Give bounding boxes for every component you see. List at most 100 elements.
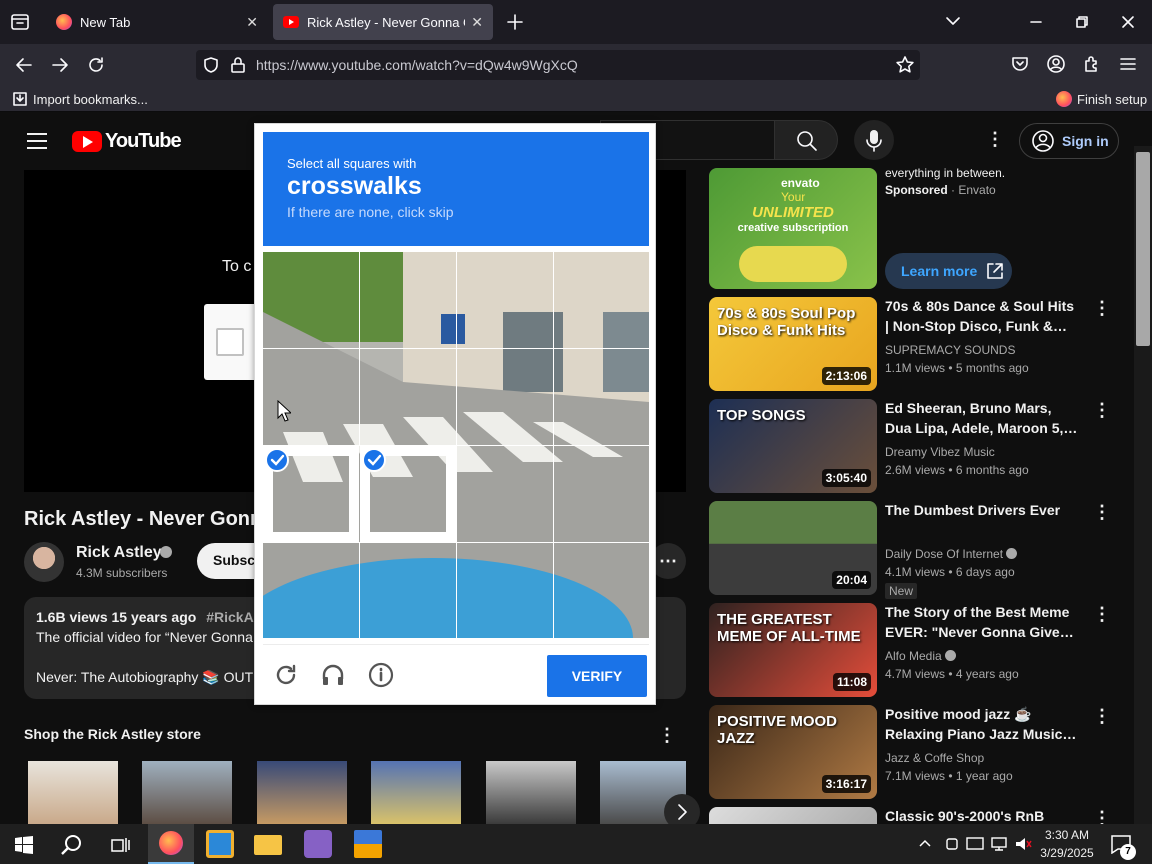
video-kebab-icon[interactable]: ⋮ xyxy=(1093,503,1111,521)
import-bookmarks-button[interactable]: Import bookmarks... xyxy=(12,91,148,107)
close-tab-icon[interactable]: ✕ xyxy=(471,14,483,31)
youtube-logo[interactable]: YouTube xyxy=(72,130,182,153)
captcha-tile[interactable] xyxy=(359,348,457,446)
url-text[interactable]: https://www.youtube.com/watch?v=dQw4w9Wg… xyxy=(256,57,578,73)
show-hidden-icons-chevron[interactable] xyxy=(918,838,932,848)
scrollbar-thumb[interactable] xyxy=(1136,152,1150,346)
clock-date[interactable]: 3/29/2025 xyxy=(1036,846,1098,860)
voice-search-button[interactable] xyxy=(854,120,894,160)
captcha-tile[interactable] xyxy=(456,542,554,638)
url-bar[interactable]: https://www.youtube.com/watch?v=dQw4w9Wg… xyxy=(196,50,920,80)
task-view-icon[interactable] xyxy=(110,835,130,855)
video-kebab-icon[interactable]: ⋮ xyxy=(1093,401,1111,419)
app-taskbar-icon[interactable] xyxy=(354,830,382,858)
page-scrollbar[interactable] xyxy=(1134,146,1152,824)
channel-name[interactable]: Alfo Media xyxy=(885,649,942,663)
visual-studio-icon[interactable] xyxy=(304,830,332,858)
captcha-tile[interactable] xyxy=(553,252,649,349)
ad-banner[interactable]: envato Your UNLIMITED creative subscript… xyxy=(709,168,877,289)
captcha-tile[interactable] xyxy=(263,252,360,349)
captcha-tile[interactable] xyxy=(456,252,554,349)
forward-arrow-icon[interactable] xyxy=(50,56,70,74)
extensions-icon[interactable] xyxy=(1082,54,1102,74)
recaptcha-checkbox[interactable] xyxy=(216,328,244,356)
channel-name[interactable]: SUPREMACY SOUNDS xyxy=(885,343,1015,357)
store-item[interactable] xyxy=(486,761,576,824)
channel-name[interactable]: Rick Astley xyxy=(76,544,162,562)
close-window-icon[interactable] xyxy=(1120,14,1136,30)
video-thumbnail[interactable] xyxy=(709,807,877,824)
video-thumbnail[interactable]: 70s & 80s Soul Pop Disco & Funk Hits 2:13… xyxy=(709,297,877,391)
tray-icon[interactable] xyxy=(966,836,984,852)
store-item[interactable] xyxy=(371,761,461,824)
video-kebab-icon[interactable]: ⋮ xyxy=(1093,809,1111,824)
network-icon[interactable] xyxy=(990,836,1008,852)
video-title[interactable]: Positive mood jazz ☕ Relaxing Piano Jazz… xyxy=(885,704,1081,744)
channel-name[interactable]: Jazz & Coffe Shop xyxy=(885,751,984,765)
shield-icon[interactable] xyxy=(202,56,220,74)
video-title[interactable]: The Dumbest Drivers Ever xyxy=(885,500,1081,520)
channel-avatar[interactable] xyxy=(24,542,64,582)
subscribe-button[interactable]: Subscribe xyxy=(197,543,254,579)
video-kebab-icon[interactable]: ⋮ xyxy=(1093,707,1111,725)
video-title[interactable]: The Story of the Best Meme EVER: "Never … xyxy=(885,602,1081,642)
new-tab-plus-icon[interactable] xyxy=(505,12,525,32)
settings-kebab-icon[interactable]: ⋮ xyxy=(986,130,1004,148)
captcha-tile[interactable] xyxy=(553,348,649,446)
captcha-tile[interactable] xyxy=(456,348,554,446)
channel-name[interactable]: Dreamy Vibez Music xyxy=(885,445,995,459)
reload-icon[interactable] xyxy=(86,55,106,75)
captcha-tile[interactable] xyxy=(263,542,360,638)
minimize-icon[interactable] xyxy=(1028,14,1044,30)
list-tabs-chevron-icon[interactable] xyxy=(944,14,962,28)
video-thumbnail[interactable]: POSITIVE MOOD JAZZ 3:16:17 xyxy=(709,705,877,799)
clock-time[interactable]: 3:30 AM xyxy=(1036,828,1098,842)
store-item[interactable] xyxy=(142,761,232,824)
close-tab-icon[interactable]: ✕ xyxy=(246,14,258,31)
audio-challenge-icon[interactable] xyxy=(320,662,346,688)
bookmark-star-icon[interactable] xyxy=(895,55,915,75)
tab-new-tab[interactable]: New Tab ✕ xyxy=(46,4,268,40)
reload-challenge-icon[interactable] xyxy=(273,662,299,688)
search-icon[interactable] xyxy=(60,833,84,857)
captcha-tile[interactable] xyxy=(359,542,457,638)
search-button[interactable] xyxy=(774,120,838,160)
guide-menu-icon[interactable] xyxy=(26,132,48,150)
sign-in-button[interactable]: Sign in xyxy=(1019,123,1119,159)
captcha-tile[interactable] xyxy=(553,542,649,638)
store-item[interactable] xyxy=(28,761,118,824)
app-taskbar-icon[interactable] xyxy=(206,830,234,858)
video-thumbnail[interactable]: TOP SONGS 3:05:40 xyxy=(709,399,877,493)
firefox-taskbar-icon[interactable] xyxy=(148,824,194,864)
tab-overview-button[interactable] xyxy=(10,12,30,32)
info-icon[interactable] xyxy=(368,662,394,688)
captcha-tile[interactable] xyxy=(263,348,360,446)
lock-icon[interactable] xyxy=(230,56,246,74)
video-thumbnail[interactable]: THE GREATEST MEME OF ALL-TIME 11:08 xyxy=(709,603,877,697)
video-kebab-icon[interactable]: ⋮ xyxy=(1093,299,1111,317)
store-kebab-icon[interactable]: ⋮ xyxy=(658,726,676,744)
tray-icon[interactable] xyxy=(944,836,960,852)
verify-button[interactable]: VERIFY xyxy=(547,655,647,697)
file-explorer-icon[interactable] xyxy=(254,835,282,855)
pocket-icon[interactable] xyxy=(1010,54,1030,74)
back-arrow-icon[interactable] xyxy=(14,56,34,74)
channel-name[interactable]: Daily Dose Of Internet xyxy=(885,547,1003,561)
store-next-arrow-icon[interactable] xyxy=(664,794,700,824)
video-kebab-icon[interactable]: ⋮ xyxy=(1093,605,1111,623)
video-title[interactable]: Ed Sheeran, Bruno Mars, Dua Lipa, Adele,… xyxy=(885,398,1081,438)
finish-setup-button[interactable]: Finish setup xyxy=(1056,91,1147,107)
windows-start-icon[interactable] xyxy=(15,836,33,854)
volume-muted-icon[interactable] xyxy=(1014,836,1032,852)
menu-hamburger-icon[interactable] xyxy=(1118,54,1138,74)
video-thumbnail[interactable]: 20:04 xyxy=(709,501,877,595)
tab-youtube[interactable]: Rick Astley - Never Gonna Give You Up ✕ xyxy=(273,4,493,40)
account-icon[interactable] xyxy=(1046,54,1066,74)
store-item[interactable] xyxy=(257,761,347,824)
captcha-tile[interactable] xyxy=(456,445,554,543)
captcha-tile[interactable] xyxy=(359,252,457,349)
captcha-tile[interactable] xyxy=(553,445,649,543)
video-title[interactable]: Classic 90's-2000's RnB Music xyxy=(885,806,1081,824)
learn-more-button[interactable]: Learn more xyxy=(885,253,1012,289)
video-title[interactable]: 70s & 80s Dance & Soul Hits | Non-Stop D… xyxy=(885,296,1081,336)
